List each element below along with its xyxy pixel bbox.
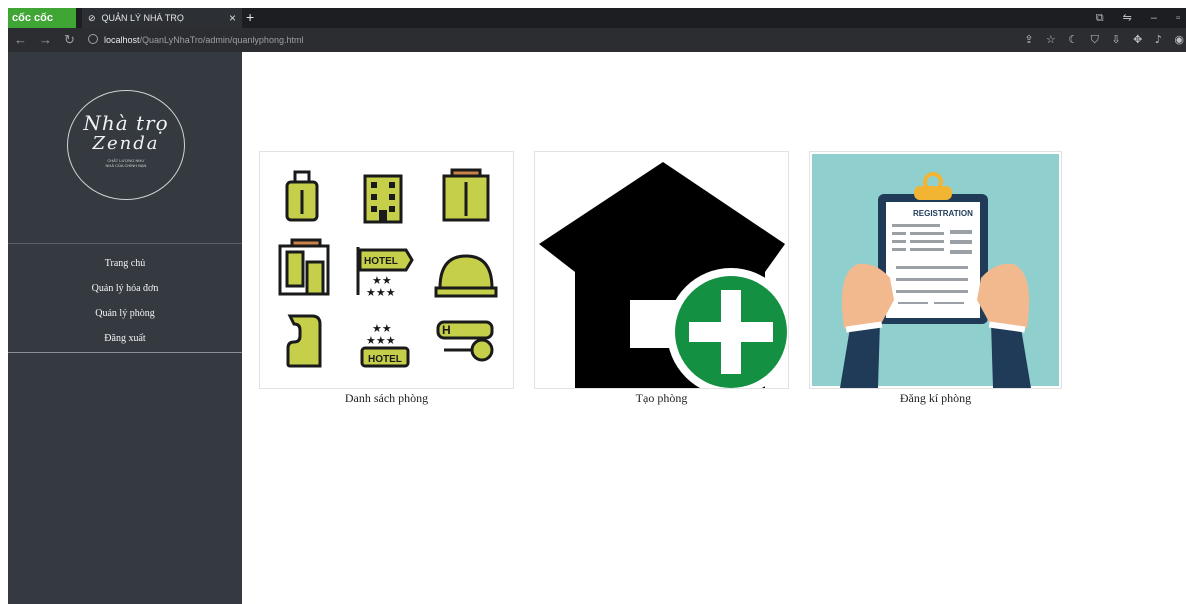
shield-icon[interactable]: ⛉	[1091, 33, 1099, 46]
hotel-sign-text: HOTEL	[364, 256, 398, 267]
registration-clipboard-icon: REGISTRATION	[812, 154, 1059, 388]
sidebar-item-invoices[interactable]: Quản lý hóa đơn	[8, 281, 242, 306]
hotel-icons-grid-icon: HOTEL HOTEL H ★★★★★ ★★★★★	[278, 168, 498, 368]
sidebar-menu: Trang chủ Quản lý hóa đơn Quản lý phòng …	[8, 256, 242, 356]
screenshot-icon[interactable]: ⧉	[1096, 12, 1104, 24]
url-host: localhost	[104, 35, 140, 45]
new-tab-button[interactable]: +	[246, 9, 254, 25]
register-room-label[interactable]: Đăng kí phòng	[809, 391, 1062, 406]
tab-title: QUẢN LÝ NHÀ TRỌ	[101, 13, 184, 23]
minimize-icon[interactable]: –	[1151, 12, 1157, 24]
nav-buttons: ← → ↻	[14, 32, 87, 48]
house-add-icon	[539, 162, 795, 396]
profile-icon[interactable]: ◉	[1174, 33, 1184, 46]
toolbar-icons: ⇪ ☆ ☾ ⛉ ⇩ ✥ ♪ ◉	[1015, 33, 1184, 47]
reload-icon[interactable]: ↻	[64, 32, 75, 47]
moon-icon[interactable]: ☾	[1068, 33, 1078, 46]
browser-tab[interactable]: ⊘ QUẢN LÝ NHÀ TRỌ ×	[82, 8, 242, 28]
window-controls: ⧉ ⇋ – ▫	[1080, 11, 1180, 25]
sidebar: Nhà trọ Zenda CHẤT LƯỢNG NHƯ NHÀ CỦA CHÍ…	[8, 52, 242, 604]
menu-divider-bottom	[8, 352, 242, 353]
svg-text:★★★: ★★★	[366, 286, 396, 299]
sidebar-item-rooms[interactable]: Quản lý phòng	[8, 306, 242, 331]
registration-title-text: REGISTRATION	[913, 209, 973, 218]
info-icon[interactable]	[88, 34, 98, 44]
url-field[interactable]: localhost/QuanLyNhaTro/admin/quanlyphong…	[88, 34, 303, 45]
tab-close-icon[interactable]: ×	[229, 11, 236, 25]
forward-icon[interactable]: →	[39, 32, 52, 47]
download-icon[interactable]: ⇩	[1111, 33, 1120, 46]
browser-tabbar: cốc cốc ⊘ QUẢN LÝ NHÀ TRỌ × + ⧉ ⇋ – ▫	[8, 8, 1186, 28]
logo-tagline-2: NHÀ CỦA CHÍNH BẠN	[105, 163, 147, 168]
logo-line1: Nhà trọ	[83, 111, 169, 135]
back-icon[interactable]: ←	[14, 32, 27, 47]
register-room-card[interactable]: REGISTRATION	[809, 151, 1062, 389]
create-room-card[interactable]	[534, 151, 795, 396]
svg-text:★★★: ★★★	[366, 334, 396, 347]
sidebar-item-home[interactable]: Trang chủ	[8, 256, 242, 281]
brand-label: cốc cốc	[12, 12, 53, 24]
browser-brand[interactable]: cốc cốc	[8, 8, 76, 28]
url-path: /QuanLyNhaTro/admin/quanlyphong.html	[139, 35, 304, 45]
logo[interactable]: Nhà trọ Zenda CHẤT LƯỢNG NHƯ NHÀ CỦA CHÍ…	[67, 90, 185, 200]
menu-divider-top	[8, 243, 242, 244]
share-icon[interactable]: ⇪	[1024, 33, 1033, 46]
globe-icon: ⊘	[88, 13, 96, 23]
logo-line2: Zenda	[92, 133, 160, 154]
star-icon[interactable]: ☆	[1046, 33, 1056, 46]
browser-address-bar: ← → ↻ localhost/QuanLyNhaTro/admin/quanlyp…	[8, 28, 1186, 52]
extensions-icon[interactable]: ✥	[1133, 33, 1142, 46]
maximize-icon[interactable]: ▫	[1176, 12, 1180, 24]
create-room-label[interactable]: Tạo phòng	[534, 391, 789, 406]
room-list-label[interactable]: Danh sách phòng	[259, 391, 514, 406]
room-list-card[interactable]: HOTEL HOTEL H ★★ ★★★ ★★ ★★★	[259, 151, 514, 389]
hotel-plate-text: HOTEL	[368, 354, 402, 365]
tab-search-icon[interactable]: ⇋	[1123, 12, 1132, 24]
key-tag-text: H	[442, 323, 451, 337]
sidebar-toggle-icon[interactable]: ♪	[1155, 33, 1162, 46]
logo-tagline: CHẤT LƯỢNG NHƯ NHÀ CỦA CHÍNH BẠN	[68, 158, 184, 168]
